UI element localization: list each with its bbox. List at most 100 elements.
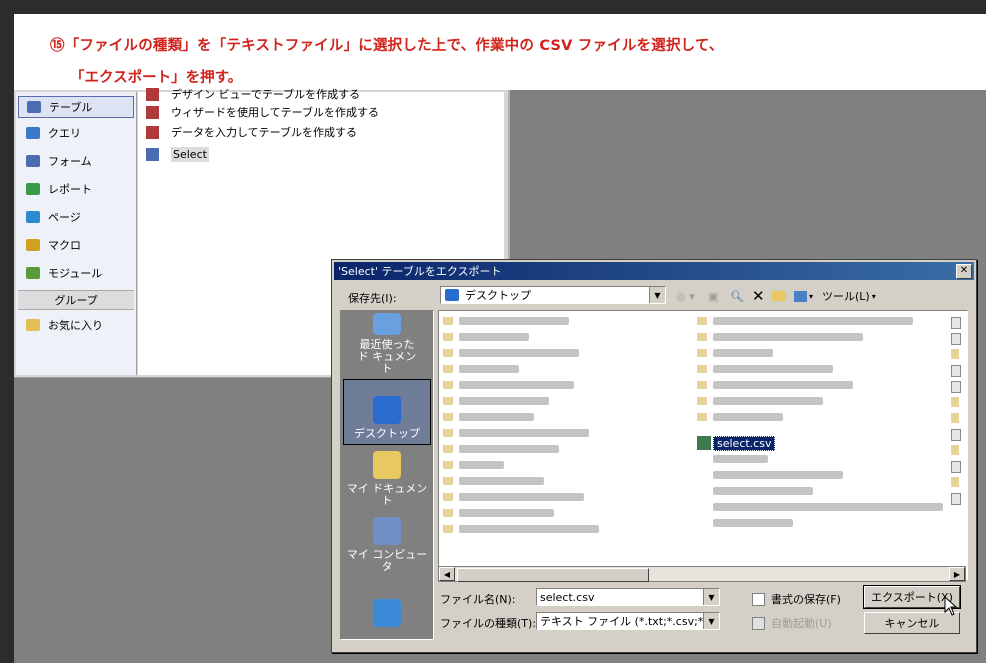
folder-icon [697, 333, 707, 341]
object-nav: テーブル クエリ フォーム レポート ページ マクロ モジュール グループ お気… [16, 92, 137, 375]
groups-header[interactable]: グループ [18, 290, 134, 310]
document-icon [951, 365, 961, 377]
macro-icon [26, 239, 40, 251]
folder-icon [697, 365, 707, 373]
nav-item-page[interactable]: ページ [18, 206, 134, 228]
checkbox-box[interactable] [752, 592, 765, 606]
search-web-icon[interactable]: 🔍︎ [730, 288, 744, 304]
report-icon [26, 183, 40, 195]
filename-label: ファイル名(N): [440, 593, 516, 606]
page-icon [26, 211, 40, 223]
file-item-blurred[interactable] [459, 333, 529, 341]
folder-icon [697, 381, 707, 389]
file-item-blurred[interactable] [459, 429, 589, 437]
file-item-blurred[interactable] [459, 445, 559, 453]
object-label: デザイン ビューでテーブルを作成する [171, 88, 361, 101]
object-design-view[interactable]: デザイン ビューでテーブルを作成する [146, 84, 360, 104]
file-item-blurred[interactable] [459, 493, 584, 501]
autostart-checkbox[interactable]: 自動起動(U) [752, 615, 832, 631]
file-item-blurred[interactable] [459, 365, 519, 373]
file-list[interactable]: select.csv [438, 310, 968, 580]
nav-item-macro[interactable]: マクロ [18, 234, 134, 256]
place-my-computer[interactable]: マイ コンピュータ [343, 511, 431, 577]
nav-item-table[interactable]: テーブル [18, 96, 134, 118]
document-icon [951, 477, 959, 487]
file-item-blurred[interactable] [713, 471, 843, 479]
table-icon [146, 147, 159, 161]
file-item-blurred[interactable] [459, 397, 549, 405]
file-item-blurred[interactable] [713, 333, 863, 341]
file-item-blurred[interactable] [713, 381, 853, 389]
filetype-label: ファイルの種類(T): [440, 617, 537, 630]
folder-icon [443, 477, 453, 485]
scroll-right-icon[interactable]: ▶ [949, 567, 965, 581]
folder-icon [443, 413, 453, 421]
file-item-blurred[interactable] [713, 397, 823, 405]
nav-item-form[interactable]: フォーム [18, 150, 134, 172]
document-icon [951, 397, 959, 407]
chevron-down-icon[interactable]: ▼ [649, 287, 665, 303]
scroll-thumb[interactable] [457, 568, 649, 582]
place-network[interactable] [343, 573, 431, 635]
file-item-blurred[interactable] [459, 509, 554, 517]
file-item-blurred[interactable] [713, 503, 943, 511]
object-data-entry[interactable]: データを入力してテーブルを作成する [146, 122, 357, 142]
nav-label: お気に入り [48, 319, 103, 332]
file-item-blurred[interactable] [459, 413, 534, 421]
nav-item-favorites[interactable]: お気に入り [18, 314, 134, 336]
up-folder-icon[interactable]: ▣ [708, 288, 718, 304]
mouse-cursor-icon [944, 596, 958, 616]
module-icon [26, 267, 40, 279]
file-item-blurred[interactable] [713, 413, 783, 421]
file-item-blurred[interactable] [713, 349, 773, 357]
place-recent[interactable]: 最近使ったド キュメント [343, 313, 431, 379]
nav-label: テーブル [49, 101, 93, 114]
nav-item-query[interactable]: クエリ [18, 122, 134, 144]
file-item-blurred[interactable] [459, 477, 544, 485]
object-select-table[interactable]: Select [146, 144, 209, 164]
file-item-blurred[interactable] [459, 349, 579, 357]
back-icon[interactable]: ◎ ▾ [676, 288, 695, 304]
filename-value: select.csv [540, 590, 595, 604]
new-folder-icon[interactable] [772, 288, 786, 304]
file-item-blurred[interactable] [459, 381, 574, 389]
save-format-checkbox[interactable]: 書式の保存(F) [752, 591, 841, 607]
save-in-dropdown[interactable]: デスクトップ ▼ [440, 286, 666, 304]
horizontal-scrollbar[interactable]: ◀ ▶ [438, 566, 966, 582]
folder-icon [697, 349, 707, 357]
nav-item-report[interactable]: レポート [18, 178, 134, 200]
chevron-down-icon[interactable]: ▼ [703, 589, 719, 605]
autostart-label: 自動起動(U) [771, 617, 832, 630]
selected-file[interactable]: select.csv [697, 435, 776, 451]
views-icon[interactable]: ▾ [794, 288, 813, 304]
checkbox-box[interactable] [752, 616, 765, 630]
document-icon [951, 317, 961, 329]
filename-field[interactable]: select.csv ▼ [536, 588, 720, 606]
close-icon[interactable]: ✕ [956, 264, 972, 279]
object-label: Select [171, 146, 209, 162]
chevron-down-icon[interactable]: ▼ [703, 613, 719, 629]
wizard-icon [146, 125, 159, 139]
filetype-value: テキスト ファイル (*.txt;*.csv;*.tab [540, 615, 720, 628]
file-item-blurred[interactable] [459, 461, 504, 469]
folder-icon [443, 397, 453, 405]
nav-label: レポート [48, 183, 92, 196]
place-desktop[interactable]: デスクトップ [343, 379, 431, 445]
file-item-blurred[interactable] [459, 317, 569, 325]
folder-icon [443, 493, 453, 501]
file-item-blurred[interactable] [459, 525, 599, 533]
file-item-blurred[interactable] [713, 365, 833, 373]
file-item-blurred[interactable] [713, 519, 793, 527]
file-item-blurred[interactable] [713, 317, 913, 325]
file-item-blurred[interactable] [713, 487, 813, 495]
document-icon [951, 349, 959, 359]
delete-icon[interactable]: ✕ [752, 287, 765, 305]
object-wizard[interactable]: ウィザードを使用してテーブルを作成する [146, 102, 379, 122]
tools-menu[interactable]: ツール(L) ▾ [822, 288, 876, 304]
nav-item-module[interactable]: モジュール [18, 262, 134, 284]
dialog-titlebar[interactable]: 'Select' テーブルをエクスポート ✕ [334, 262, 974, 280]
file-item-blurred[interactable] [713, 455, 768, 463]
filetype-dropdown[interactable]: テキスト ファイル (*.txt;*.csv;*.tab ▼ [536, 612, 720, 630]
scroll-left-icon[interactable]: ◀ [439, 567, 455, 581]
place-my-documents[interactable]: マイ ドキュメント [343, 445, 431, 511]
